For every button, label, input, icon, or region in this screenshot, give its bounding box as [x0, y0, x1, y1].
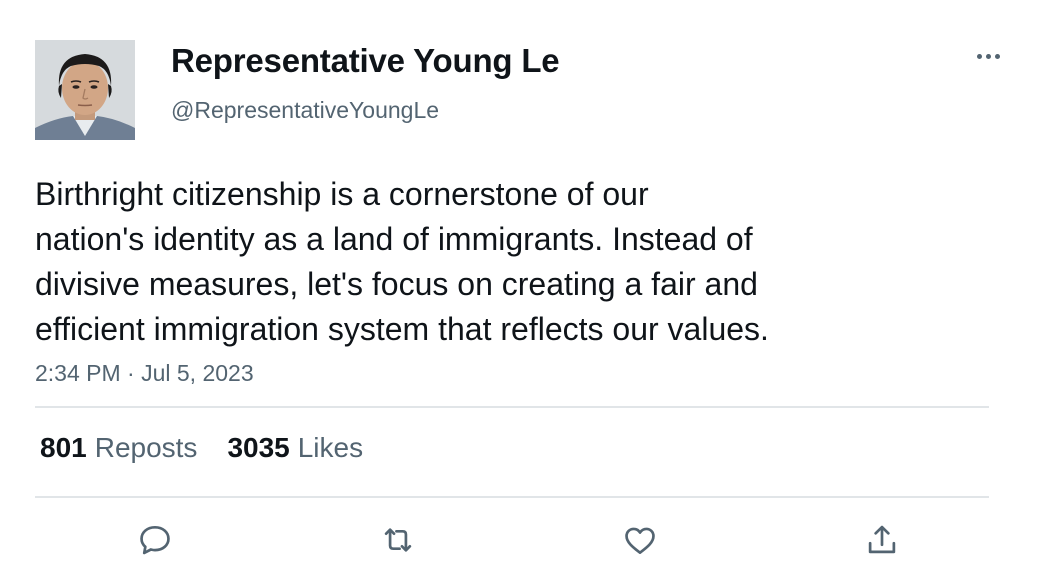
reply-button[interactable] [135, 520, 175, 560]
tweet-text-line: Birthright citizenship is a cornerstone … [35, 176, 649, 212]
share-icon [868, 525, 896, 554]
author-handle[interactable]: @RepresentativeYoungLe [171, 97, 439, 124]
reposts-stat[interactable]: 801 Reposts [40, 432, 197, 464]
repost-icon [384, 528, 412, 552]
author-display-name[interactable]: Representative Young Le [171, 42, 560, 80]
avatar-image [35, 40, 135, 140]
like-button[interactable] [620, 520, 660, 560]
avatar[interactable] [35, 40, 135, 140]
more-options-button[interactable] [970, 44, 1006, 68]
repost-button[interactable] [378, 520, 418, 560]
heart-icon [625, 527, 655, 555]
tweet-timestamp[interactable]: 2:34 PM · Jul 5, 2023 [35, 360, 254, 387]
engagement-stats: 801 Reposts 3035 Likes [40, 432, 363, 464]
share-button[interactable] [862, 520, 902, 560]
likes-count: 3035 [227, 432, 290, 463]
reposts-label: Reposts [94, 432, 198, 463]
likes-stat[interactable]: 3035 Likes [227, 432, 363, 464]
tweet-text-line: nation's identity as a land of immigrant… [35, 221, 753, 257]
reposts-count: 801 [40, 432, 87, 463]
likes-label: Likes [297, 432, 364, 463]
tweet-card: Representative Young Le @RepresentativeY… [0, 0, 1050, 570]
more-dot [985, 53, 991, 59]
tweet-text-line: efficient immigration system that reflec… [35, 311, 769, 347]
tweet-text: Birthright citizenship is a cornerstone … [35, 172, 935, 352]
more-horizontal-icon [976, 53, 982, 59]
tweet-text-line: divisive measures, let's focus on creati… [35, 266, 758, 302]
divider [35, 406, 989, 408]
divider [35, 496, 989, 498]
reply-icon [140, 525, 170, 555]
more-dot [994, 53, 1000, 59]
